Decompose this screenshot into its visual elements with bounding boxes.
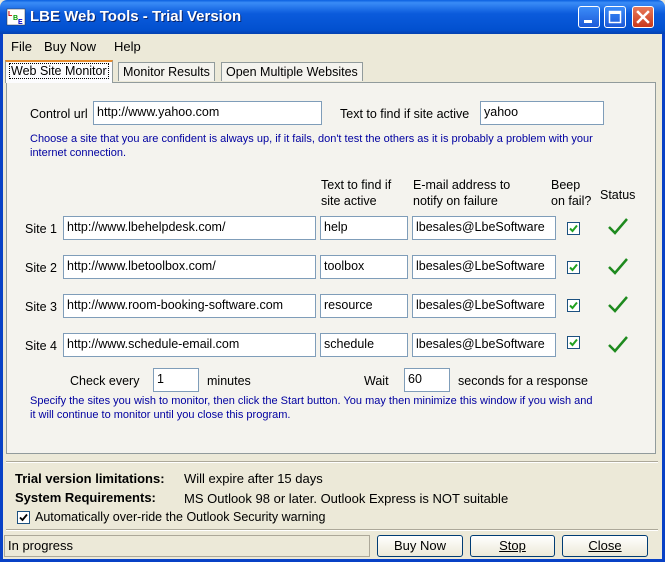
instructions-line2: it will continue to monitor until you cl…	[30, 409, 291, 421]
beep-checkbox[interactable]	[567, 261, 580, 274]
site-label: Site 2	[25, 261, 57, 275]
wait-timeout-input[interactable]: 60	[404, 368, 450, 392]
site-email-input[interactable]: lbesales@LbeSoftware	[412, 255, 556, 279]
status-ok-icon	[607, 256, 629, 276]
status-ok-icon	[607, 294, 629, 314]
trial-limitations-label: Trial version limitations:	[15, 471, 165, 486]
header-status: Status	[600, 188, 636, 202]
header-beep-line2: on fail?	[551, 194, 592, 208]
window-frame-left	[0, 34, 3, 562]
site-label: Site 3	[25, 300, 57, 314]
tab-monitor-results[interactable]: Monitor Results	[118, 62, 215, 81]
wait-unit-label: seconds for a response	[458, 374, 588, 388]
status-ok-icon	[607, 216, 629, 236]
control-hint-line1: Choose a site that you are confident is …	[30, 133, 593, 145]
header-email-line2: notify on failure	[413, 194, 498, 208]
menu-file[interactable]: File	[11, 39, 32, 54]
beep-checkbox[interactable]	[567, 299, 580, 312]
menu-buy-now[interactable]: Buy Now	[44, 39, 96, 54]
site-label: Site 4	[25, 339, 57, 353]
control-text-input[interactable]: yahoo	[480, 101, 604, 125]
app-logo-icon: L B E	[6, 7, 26, 27]
site-url-input[interactable]: http://www.lbetoolbox.com/	[63, 255, 316, 279]
control-hint-line2: internet connection.	[30, 147, 127, 159]
check-unit-label: minutes	[207, 374, 251, 388]
menu-help[interactable]: Help	[114, 39, 141, 54]
override-security-label[interactable]: Automatically over-ride the Outlook Secu…	[35, 510, 325, 524]
site-text-input[interactable]: resource	[320, 294, 408, 318]
system-requirements-value: MS Outlook 98 or later. Outlook Express …	[184, 491, 509, 506]
tab-label: Web Site Monitor	[9, 63, 109, 79]
site-text-input[interactable]: toolbox	[320, 255, 408, 279]
control-url-label: Control url	[30, 107, 88, 121]
status-bar: In progress	[4, 535, 370, 557]
site-email-input[interactable]: lbesales@LbeSoftware	[412, 294, 556, 318]
wait-label: Wait	[364, 374, 389, 388]
instructions-line1: Specify the sites you wish to monitor, t…	[30, 395, 593, 407]
tab-web-site-monitor[interactable]: Web Site Monitor	[5, 60, 113, 83]
override-security-checkbox[interactable]	[17, 511, 30, 524]
control-text-label: Text to find if site active	[340, 107, 470, 121]
check-interval-input[interactable]: 1	[153, 368, 199, 392]
site-url-input[interactable]: http://www.room-booking-software.com	[63, 294, 316, 318]
status-ok-icon	[607, 334, 629, 354]
header-beep-line1: Beep	[551, 178, 581, 192]
minimize-icon	[584, 20, 592, 23]
header-text-line1: Text to find if	[321, 178, 392, 192]
divider	[6, 529, 658, 531]
beep-checkbox[interactable]	[567, 336, 580, 349]
header-email-line1: E-mail address to	[413, 178, 511, 192]
trial-limitations-value: Will expire after 15 days	[184, 471, 323, 486]
maximize-button[interactable]	[604, 6, 626, 28]
stop-button[interactable]: Stop	[470, 535, 555, 557]
maximize-icon	[608, 10, 622, 24]
tab-open-multiple-websites[interactable]: Open Multiple Websites	[221, 62, 363, 81]
beep-checkbox[interactable]	[567, 222, 580, 235]
site-url-input[interactable]: http://www.schedule-email.com	[63, 333, 316, 357]
site-email-input[interactable]: lbesales@LbeSoftware	[412, 333, 556, 357]
check-every-label: Check every	[70, 374, 140, 388]
site-text-input[interactable]: help	[320, 216, 408, 240]
close-button[interactable]: Close	[562, 535, 648, 557]
header-text-line2: site active	[321, 194, 377, 208]
site-url-input[interactable]: http://www.lbehelpdesk.com/	[63, 216, 316, 240]
window-title: LBE Web Tools - Trial Version	[30, 8, 242, 25]
minimize-button[interactable]	[578, 6, 600, 28]
close-icon	[636, 10, 650, 24]
close-window-button[interactable]	[632, 6, 654, 28]
buy-now-button[interactable]: Buy Now	[377, 535, 463, 557]
control-url-input[interactable]: http://www.yahoo.com	[93, 101, 322, 125]
divider	[6, 461, 658, 463]
svg-text:E: E	[18, 19, 23, 26]
site-email-input[interactable]: lbesales@LbeSoftware	[412, 216, 556, 240]
system-requirements-label: System Requirements:	[15, 490, 156, 505]
site-label: Site 1	[25, 222, 57, 236]
site-text-input[interactable]: schedule	[320, 333, 408, 357]
